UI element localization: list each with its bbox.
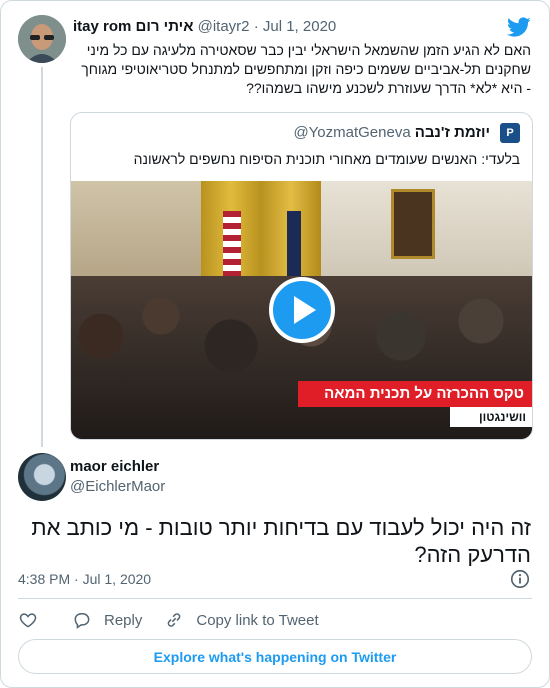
parent-tweet-text: האם לא הגיע הזמן שהשמאל הישראלי יבין כבר… xyxy=(81,42,531,96)
video-scene-painting xyxy=(391,189,435,259)
video-thumbnail[interactable]: טקס ההכרזה על תכנית המאה וושינגטון xyxy=(71,181,532,439)
separator-dot: · xyxy=(74,571,83,587)
like-button[interactable] xyxy=(18,610,38,630)
play-icon xyxy=(294,296,316,324)
twitter-bird-icon[interactable] xyxy=(507,15,531,39)
reply-author-handle[interactable]: @EichlerMaor xyxy=(70,477,165,497)
quoted-author-handle: @YozmatGeneva xyxy=(293,124,411,141)
heart-icon xyxy=(19,613,37,628)
avatar[interactable] xyxy=(18,453,66,501)
reply-tweet-text: זה היה יכול לעבוד עם בדיחות יותר טובות -… xyxy=(31,515,531,567)
explore-twitter-button[interactable]: Explore what's happening on Twitter xyxy=(18,639,532,674)
copy-link-label: Copy link to Tweet xyxy=(196,611,319,629)
tweet-date[interactable]: Jul 1, 2020 xyxy=(263,18,336,35)
reply-icon xyxy=(74,613,90,629)
reply-label: Reply xyxy=(104,611,143,629)
parent-tweet-header: itay rom איתי רום @itayr2 · Jul 1, 2020 xyxy=(73,17,336,37)
quoted-author-logo-icon: P xyxy=(500,123,520,143)
reply-button[interactable]: Reply xyxy=(72,610,142,630)
quoted-author-name: יוזמת ז'נבה xyxy=(414,124,490,141)
tweet-date: Jul 1, 2020 xyxy=(82,571,152,587)
tweet-actions: Reply Copy link to Tweet xyxy=(18,608,341,632)
quoted-tweet[interactable]: @YozmatGeneva יוזמת ז'נבה P בלעדי: האנשי… xyxy=(70,112,533,440)
avatar[interactable] xyxy=(18,15,66,63)
tweet-timestamp[interactable]: 4:38 PM · Jul 1, 2020 xyxy=(18,569,151,589)
author-name[interactable]: itay rom איתי רום xyxy=(73,18,193,35)
quoted-tweet-header: @YozmatGeneva יוזמת ז'נבה P xyxy=(293,123,520,143)
video-scene-flag-2 xyxy=(287,211,301,281)
play-button[interactable] xyxy=(269,277,335,343)
info-icon[interactable] xyxy=(509,568,531,590)
divider xyxy=(18,598,532,599)
author-handle[interactable]: @itayr2 xyxy=(198,18,250,35)
reply-author-name[interactable]: maor eichler xyxy=(70,457,159,477)
video-location-banner: וושינגטון xyxy=(450,407,532,427)
tweet-embed-card: itay rom איתי רום @itayr2 · Jul 1, 2020 … xyxy=(0,0,550,688)
copy-link-button[interactable]: Copy link to Tweet xyxy=(164,610,319,630)
link-icon xyxy=(168,613,181,627)
video-caption-banner: טקס ההכרזה על תכנית המאה xyxy=(298,381,532,407)
thread-line xyxy=(41,67,43,447)
video-scene-flag xyxy=(223,211,241,281)
quoted-tweet-text: בלעדי: האנשים שעומדים מאחורי תוכנית הסיפ… xyxy=(133,151,520,167)
separator-dot: · xyxy=(253,18,259,35)
tweet-time: 4:38 PM xyxy=(18,571,71,587)
